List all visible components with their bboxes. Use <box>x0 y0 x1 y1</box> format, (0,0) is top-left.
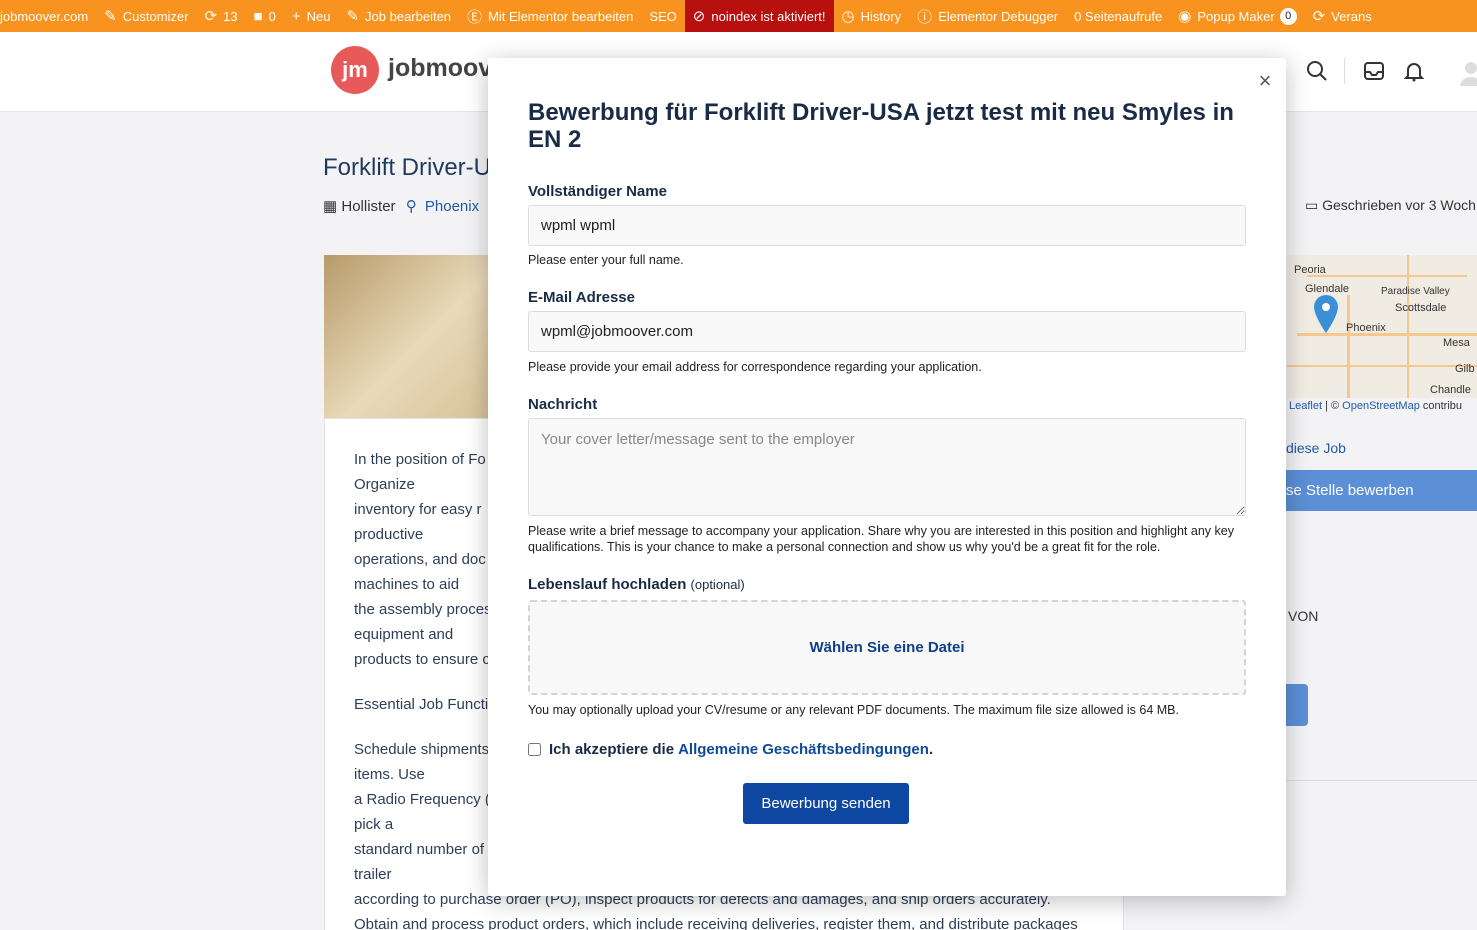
map-marker-icon[interactable] <box>1314 295 1338 333</box>
map-label: Scottsdale <box>1395 302 1447 314</box>
admin-bar-label: Verans <box>1331 8 1372 24</box>
admin-bar-item[interactable]: ✎ Job bearbeiten <box>338 0 459 32</box>
avatar-icon[interactable] <box>1460 60 1477 92</box>
admin-bar-label: jobmoover.com <box>0 8 89 24</box>
admin-bar-icon: ■ <box>253 7 263 25</box>
email-input[interactable] <box>528 311 1246 352</box>
admin-bar-label: noindex ist aktiviert! <box>711 8 826 24</box>
admin-bar-label: 13 <box>223 8 238 24</box>
admin-bar-label: Job bearbeiten <box>365 8 452 24</box>
admin-bar-icon: ◷ <box>841 8 855 25</box>
admin-bar-item[interactable]: ■ 0 <box>246 0 284 32</box>
job-meta: ▦ Hollister ⚲ Phoenix <box>323 197 479 215</box>
map-label: Chandle <box>1430 384 1471 396</box>
map-label: Mesa <box>1443 337 1470 349</box>
choose-file-button[interactable]: Wählen Sie eine Datei <box>809 639 964 656</box>
message-label: Nachricht <box>528 396 598 413</box>
admin-bar-item[interactable]: 0 Seitenaufrufe <box>1066 0 1170 32</box>
job-link[interactable]: diese Job <box>1286 440 1346 456</box>
terms-link[interactable]: Allgemeine Geschäftsbedingungen <box>678 741 929 758</box>
close-icon[interactable]: × <box>1256 68 1274 94</box>
bell-icon[interactable] <box>1403 60 1425 88</box>
admin-bar-icon: ◉ <box>1178 8 1192 25</box>
admin-bar-item[interactable]: ◷ History <box>834 0 910 32</box>
admin-bar-icon: + <box>291 7 301 25</box>
admin-bar-badge: 0 <box>1279 7 1297 25</box>
inbox-icon[interactable] <box>1363 60 1385 88</box>
admin-bar-label: SEO <box>649 8 677 24</box>
map-label: Phoenix <box>1346 322 1386 334</box>
map-label: Gilb <box>1455 363 1475 375</box>
posted-date: ▭ Geschrieben vor 3 Woch <box>1305 197 1476 213</box>
map-label: Glendale <box>1305 283 1350 295</box>
cv-help-text: You may optionally upload your CV/resume… <box>528 703 1179 717</box>
cv-label: Lebenslauf hochladen (optional) <box>528 576 745 593</box>
sidebar-button[interactable] <box>1286 684 1308 726</box>
admin-bar-label: History <box>860 8 902 24</box>
admin-bar-label: 0 Seitenaufrufe <box>1074 8 1163 24</box>
admin-bar-label: Popup Maker <box>1197 8 1275 24</box>
admin-bar-item[interactable]: ⊘ noindex ist aktiviert! <box>684 0 834 32</box>
admin-bar-item[interactable]: Ⓔ Mit Elementor bearbeiten <box>459 0 641 32</box>
email-label: E-Mail Adresse <box>528 289 635 306</box>
terms-label: Ich akzeptiere die <box>549 741 675 758</box>
modal-title: Bewerbung für Forklift Driver-USA jetzt … <box>528 99 1234 153</box>
admin-bar-label: Mit Elementor bearbeiten <box>488 8 634 24</box>
job-location[interactable]: Phoenix <box>425 198 479 215</box>
logo-text[interactable]: jobmoov <box>388 54 492 83</box>
map-label: Peoria <box>1294 264 1326 276</box>
full-name-input[interactable] <box>528 205 1246 246</box>
search-icon[interactable] <box>1306 60 1328 88</box>
company-icon: ▦ <box>323 198 338 215</box>
message-textarea[interactable] <box>528 418 1246 516</box>
location-pin-icon: ⚲ <box>405 198 417 215</box>
admin-bar-item[interactable]: SEO <box>641 0 684 32</box>
header-divider <box>1344 58 1345 84</box>
message-help-text: Please write a brief message to accompan… <box>528 524 1234 554</box>
admin-bar-item[interactable]: ◉ Popup Maker 0 <box>1170 0 1304 32</box>
admin-bar-icon: ⟳ <box>1312 8 1326 25</box>
calendar-icon: ▭ <box>1305 197 1319 213</box>
admin-bar-label: 0 <box>268 8 276 24</box>
submit-application-button[interactable]: Bewerbung senden <box>743 783 909 824</box>
osm-link[interactable]: OpenStreetMap <box>1342 400 1420 412</box>
job-image <box>324 255 494 418</box>
admin-bar-item[interactable]: ✎ Customizer <box>96 0 196 32</box>
sidebar-von-label: VON <box>1288 608 1319 624</box>
admin-bar-item[interactable]: jobmoover.com <box>0 0 96 32</box>
terms-row: Ich akzeptiere die Allgemeine Geschäftsb… <box>528 741 933 758</box>
job-title: Forklift Driver-U <box>323 154 491 181</box>
sidebar-divider <box>1286 780 1477 781</box>
map-label: Paradise Valley <box>1381 286 1450 297</box>
admin-bar-item[interactable]: + Neu <box>284 0 339 32</box>
admin-bar-icon: ✎ <box>346 8 360 25</box>
admin-bar-item[interactable]: ⟳ 13 <box>196 0 245 32</box>
company-name[interactable]: Hollister <box>341 198 395 215</box>
map-attribution: Leaflet | © OpenStreetMap contribu <box>1289 400 1463 412</box>
name-label: Vollständiger Name <box>528 183 667 200</box>
admin-bar-label: Elementor Debugger <box>938 8 1059 24</box>
optional-tag: (optional) <box>690 577 745 592</box>
admin-bar-icon: ⓘ <box>917 8 933 26</box>
apply-button-sidebar[interactable]: se Stelle bewerben <box>1286 470 1477 511</box>
admin-bar-icon: Ⓔ <box>467 8 483 26</box>
leaflet-link[interactable]: Leaflet <box>1289 400 1322 412</box>
admin-bar-icon: ✎ <box>104 8 117 25</box>
description-line: Obtain and process product orders, which… <box>354 916 1078 930</box>
admin-bar-label: Neu <box>306 8 331 24</box>
admin-bar-item[interactable]: ⟳ Verans <box>1305 0 1380 32</box>
terms-checkbox[interactable] <box>528 743 541 756</box>
admin-bar-item[interactable]: ⓘ Elementor Debugger <box>909 0 1066 32</box>
file-upload-dropzone[interactable]: Wählen Sie eine Datei <box>528 600 1246 695</box>
name-help-text: Please enter your full name. <box>528 253 684 267</box>
admin-bar-icon: ⟳ <box>204 8 218 25</box>
admin-bar-label: Customizer <box>122 8 189 24</box>
logo-icon[interactable]: jm <box>331 46 379 94</box>
admin-bar-icon: ⊘ <box>692 8 706 25</box>
email-help-text: Please provide your email address for co… <box>528 360 982 374</box>
admin-bar: jobmoover.com ✎ Customizer ⟳ 13 ■ 0 + Neu ✎ Job be… <box>0 0 1477 32</box>
location-map[interactable]: Peoria Glendale Paradise Valley Scottsda… <box>1287 255 1477 398</box>
